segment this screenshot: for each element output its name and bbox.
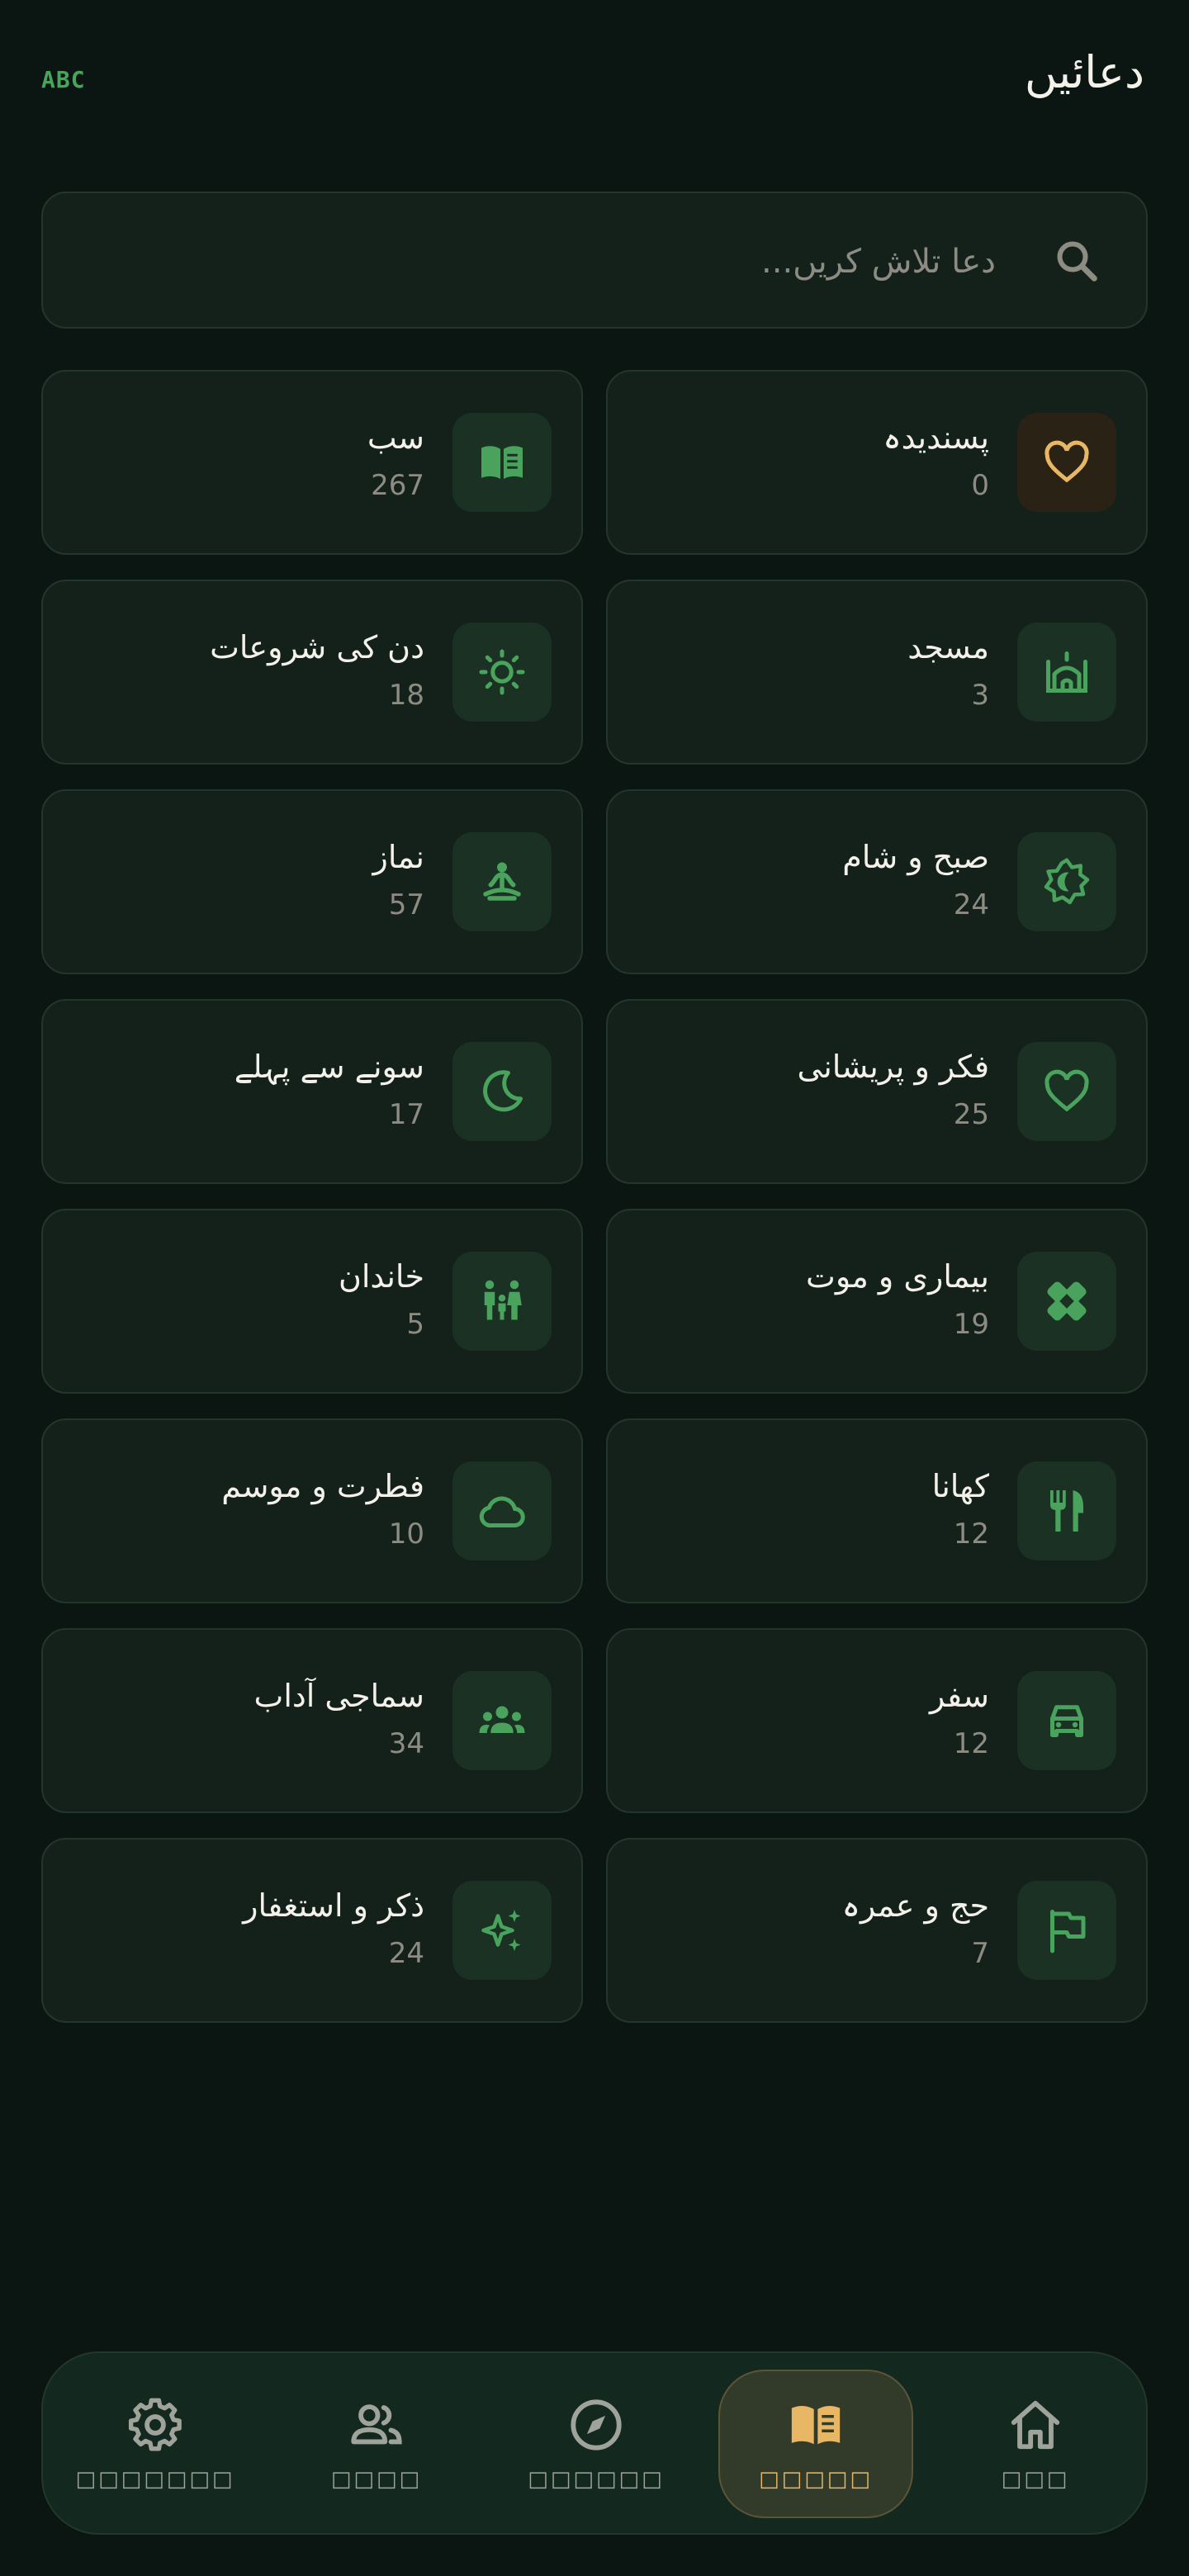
category-count: 17 xyxy=(388,1098,424,1131)
category-label: ذکر و استغفار xyxy=(243,1887,424,1924)
category-card-worry[interactable]: فکر و پریشانی 25 xyxy=(606,999,1148,1184)
category-card-morning-evening[interactable]: صبح و شام 24 xyxy=(606,789,1148,974)
moon-icon xyxy=(452,1042,552,1141)
category-label: دن کی شروعات xyxy=(210,629,424,665)
category-label: بیماری و موت xyxy=(806,1258,989,1295)
nav-item-home[interactable]: □□□ xyxy=(938,2370,1133,2518)
category-label: فطرت و موسم xyxy=(221,1468,424,1504)
heart-outline-icon xyxy=(1017,413,1116,512)
category-count: 24 xyxy=(388,1937,424,1970)
category-card-nature-weather[interactable]: فطرت و موسم 10 xyxy=(41,1418,583,1603)
category-label: مسجد xyxy=(907,629,989,665)
category-count: 267 xyxy=(371,469,424,502)
category-card-prayer[interactable]: نماز 57 xyxy=(41,789,583,974)
category-label: فکر و پریشانی xyxy=(797,1049,989,1085)
category-label: صبح و شام xyxy=(842,839,989,875)
category-count: 0 xyxy=(971,469,989,502)
category-count: 18 xyxy=(388,679,424,712)
book-icon xyxy=(791,2405,841,2445)
category-count: 12 xyxy=(953,1518,989,1551)
group-icon xyxy=(452,1671,552,1770)
utensils-icon xyxy=(1017,1461,1116,1560)
category-card-hajj-umrah[interactable]: حج و عمرہ 7 xyxy=(606,1838,1148,2023)
category-count: 3 xyxy=(971,679,989,712)
category-card-day-start[interactable]: دن کی شروعات 18 xyxy=(41,580,583,765)
category-count: 10 xyxy=(388,1518,424,1551)
mosque-icon xyxy=(1017,623,1116,722)
category-label: نماز xyxy=(372,839,424,875)
category-count: 19 xyxy=(953,1308,989,1341)
category-count: 24 xyxy=(953,888,989,921)
people-icon xyxy=(351,2404,402,2445)
nav-label: □□□□□□ xyxy=(528,2467,665,2492)
sparkle-icon xyxy=(452,1881,552,1980)
category-label: کھانا xyxy=(931,1468,989,1504)
nav-item-explore[interactable]: □□□□□□ xyxy=(499,2370,694,2518)
category-count: 5 xyxy=(406,1308,424,1341)
nav-label: □□□ xyxy=(1001,2467,1070,2492)
category-count: 25 xyxy=(953,1098,989,1131)
category-card-mosque[interactable]: مسجد 3 xyxy=(606,580,1148,765)
bandage-icon xyxy=(1017,1252,1116,1351)
category-label: سفر xyxy=(929,1678,989,1714)
category-label: سب xyxy=(367,419,424,456)
gear-icon xyxy=(128,2398,182,2451)
category-label: خاندان xyxy=(338,1258,424,1295)
category-grid: سب 267 پسندیدہ 0 دن کی شروعات 18 مسجد 3 … xyxy=(41,370,1148,2023)
category-card-food[interactable]: کھانا 12 xyxy=(606,1418,1148,1603)
nav-label: □□□□□□□ xyxy=(75,2467,235,2492)
sun-icon xyxy=(452,623,552,722)
page-title: دعائیں xyxy=(1024,46,1144,98)
nav-item-duas[interactable]: □□□□□ xyxy=(718,2370,913,2518)
category-count: 7 xyxy=(971,1937,989,1970)
category-card-before-sleep[interactable]: سونے سے پہلے 17 xyxy=(41,999,583,1184)
top-bar: ABC دعائیں xyxy=(0,0,1189,157)
search-input[interactable] xyxy=(251,228,997,296)
category-label: پسندیدہ xyxy=(883,419,989,456)
abc-toggle-button[interactable]: ABC xyxy=(41,66,86,93)
category-card-travel[interactable]: سفر 12 xyxy=(606,1628,1148,1813)
category-label: سماجی آداب xyxy=(253,1678,424,1714)
book-icon xyxy=(452,413,552,512)
category-label: حج و عمرہ xyxy=(841,1887,989,1924)
bottom-nav: □□□□□□□ □□□□ □□□□□□ □□□□□ □□□ xyxy=(41,2351,1148,2535)
category-card-all[interactable]: سب 267 xyxy=(41,370,583,555)
car-icon xyxy=(1017,1671,1116,1770)
heart-icon xyxy=(1017,1042,1116,1141)
category-label: سونے سے پہلے xyxy=(234,1049,424,1085)
nav-label: □□□□□ xyxy=(759,2467,873,2492)
compass-icon xyxy=(571,2399,622,2451)
category-card-social-etiquette[interactable]: سماجی آداب 34 xyxy=(41,1628,583,1813)
category-card-dhikr[interactable]: ذکر و استغفار 24 xyxy=(41,1838,583,2023)
category-count: 34 xyxy=(388,1727,424,1760)
category-card-family[interactable]: خاندان 5 xyxy=(41,1209,583,1394)
family-icon xyxy=(452,1252,552,1351)
category-card-favorites[interactable]: پسندیدہ 0 xyxy=(606,370,1148,555)
home-icon xyxy=(1011,2400,1060,2450)
category-count: 12 xyxy=(953,1727,989,1760)
flag-icon xyxy=(1017,1881,1116,1980)
nav-label: □□□□ xyxy=(330,2467,423,2492)
sun-moon-icon xyxy=(1017,832,1116,931)
search-bar[interactable] xyxy=(41,192,1148,329)
nav-item-people[interactable]: □□□□ xyxy=(279,2370,474,2518)
search-icon[interactable] xyxy=(1052,236,1101,286)
nav-item-settings[interactable]: □□□□□□□ xyxy=(58,2370,253,2518)
prayer-icon xyxy=(452,832,552,931)
category-count: 57 xyxy=(388,888,424,921)
category-card-illness-death[interactable]: بیماری و موت 19 xyxy=(606,1209,1148,1394)
cloud-icon xyxy=(452,1461,552,1560)
